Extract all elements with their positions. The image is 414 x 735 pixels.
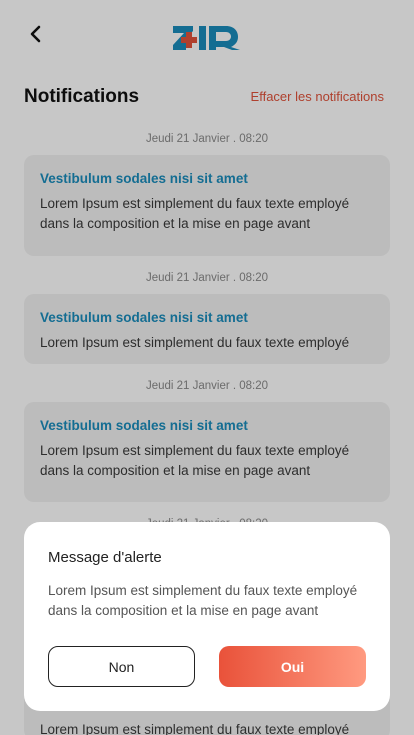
notifications-screen: Notifications Effacer les notifications … bbox=[0, 0, 414, 735]
alert-dialog: Message d'alerte Lorem Ipsum est simplem… bbox=[24, 522, 390, 711]
alert-message: Lorem Ipsum est simplement du faux texte… bbox=[48, 583, 358, 618]
no-button[interactable]: Non bbox=[48, 646, 195, 687]
yes-button[interactable]: Oui bbox=[219, 646, 366, 687]
alert-title: Message d'alerte bbox=[48, 549, 162, 566]
